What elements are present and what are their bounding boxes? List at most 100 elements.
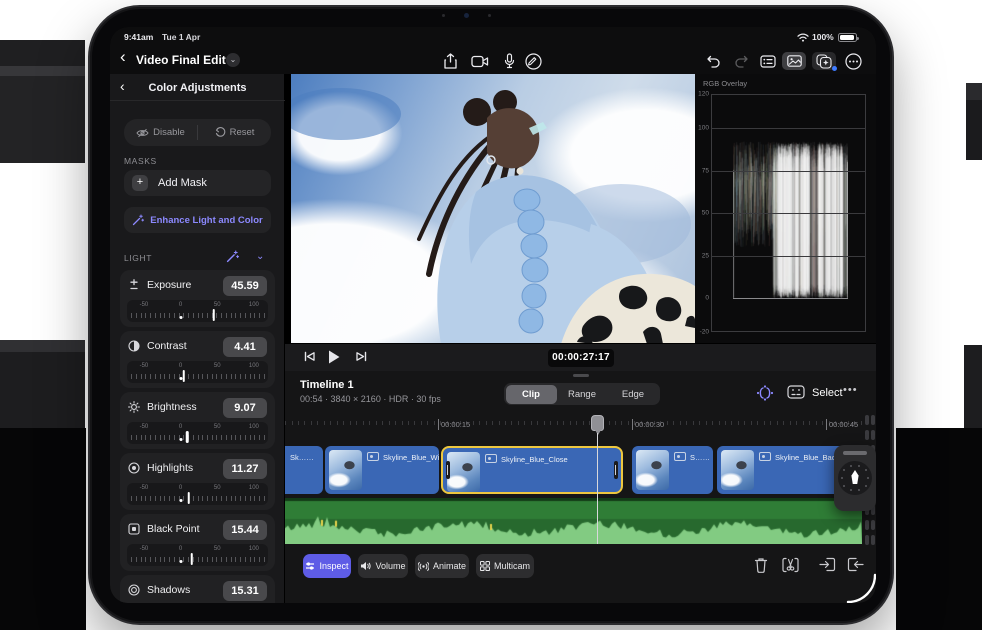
- media-browser-icon[interactable]: [782, 52, 806, 70]
- slider-tick: [254, 496, 255, 501]
- scrollbar-segment[interactable]: [865, 415, 875, 425]
- contrast-slider[interactable]: -50050100: [127, 361, 268, 383]
- highlights-slider[interactable]: -50050100: [127, 483, 268, 505]
- dial-tick-dot: [843, 469, 845, 471]
- slider-tick: [193, 313, 194, 318]
- slider-handle[interactable]: [188, 492, 191, 504]
- slider-tick: [245, 496, 246, 501]
- overwrite-clip-icon[interactable]: [847, 557, 864, 574]
- effects-icon[interactable]: [812, 52, 836, 70]
- redo-icon[interactable]: [731, 52, 751, 70]
- black-point-slider[interactable]: -50050100: [127, 544, 268, 566]
- delete-clip-icon[interactable]: [754, 557, 771, 574]
- timecode-display[interactable]: 00:00:27:17: [548, 349, 614, 367]
- brightness-slider[interactable]: -50050100: [127, 422, 268, 444]
- more-options-icon[interactable]: [843, 52, 863, 70]
- clip-placeholder-icon[interactable]: [787, 385, 805, 399]
- audio-track[interactable]: [285, 498, 862, 544]
- timeline-more-icon[interactable]: •••: [843, 384, 858, 396]
- browser-list-icon[interactable]: [758, 52, 778, 70]
- slider-tick: [198, 557, 199, 562]
- ruler-tick: [330, 421, 331, 425]
- animate-button[interactable]: Animate: [415, 554, 469, 578]
- timeline-clip-selected[interactable]: Skyline_Blue_Close: [441, 446, 623, 494]
- back-chevron-icon[interactable]: ‹: [120, 47, 126, 67]
- slider-handle[interactable]: [183, 370, 186, 382]
- project-menu-chevron-icon[interactable]: ⌄: [226, 53, 240, 67]
- jog-wheel-panel[interactable]: [834, 445, 876, 511]
- slider-handle[interactable]: [213, 309, 216, 321]
- mode-clip[interactable]: Clip: [506, 385, 557, 404]
- highlights-value[interactable]: 11.27: [223, 459, 267, 479]
- video-camera-icon[interactable]: [470, 52, 490, 70]
- timeline-clip[interactable]: Skyline_Blue_Wide: [325, 446, 439, 494]
- insert-clip-icon[interactable]: [819, 557, 836, 574]
- slider-handle[interactable]: [186, 431, 189, 443]
- volume-button[interactable]: Volume: [358, 554, 408, 578]
- trim-handle-left[interactable]: [446, 461, 450, 479]
- slider-tick: [235, 557, 236, 562]
- slider-tick: [226, 557, 227, 562]
- slider-handle[interactable]: [191, 553, 194, 565]
- snapping-icon[interactable]: [756, 385, 774, 401]
- timeline-clip[interactable]: S……: [632, 446, 713, 494]
- slider-tick: [202, 374, 203, 379]
- project-title[interactable]: Video Final Edit: [136, 53, 226, 67]
- select-button[interactable]: Select: [812, 387, 843, 399]
- undo-icon[interactable]: [703, 52, 723, 70]
- trim-handle-right[interactable]: [614, 461, 618, 479]
- reset-button[interactable]: Reset: [198, 119, 271, 146]
- timeline-clip[interactable]: Sk……: [285, 446, 323, 494]
- slider-tick: [145, 557, 146, 562]
- resize-handle[interactable]: [573, 374, 589, 377]
- dial-tick-dot: [867, 477, 869, 479]
- volume-label: Volume: [375, 561, 405, 571]
- ruler-tick: [699, 421, 700, 425]
- ruler-tick: [770, 421, 771, 425]
- playhead-handle[interactable]: [591, 415, 604, 431]
- exposure-value[interactable]: 45.59: [223, 276, 267, 296]
- next-frame-icon[interactable]: [355, 350, 368, 363]
- video-preview[interactable]: [291, 74, 695, 344]
- mode-edge[interactable]: Edge: [608, 385, 659, 404]
- play-icon[interactable]: [327, 349, 341, 365]
- ruler-tick: [796, 421, 797, 425]
- collapse-chevron-icon[interactable]: ⌄: [256, 251, 264, 262]
- jog-drag-handle[interactable]: [843, 451, 867, 455]
- plus-icon: +: [132, 175, 148, 191]
- slider-tick: [164, 435, 165, 440]
- exposure-slider[interactable]: -50050100: [127, 300, 268, 322]
- contrast-value[interactable]: 4.41: [223, 337, 267, 357]
- scope-title: RGB Overlay: [703, 79, 747, 88]
- brightness-value[interactable]: 9.07: [223, 398, 267, 418]
- timeline-ruler[interactable]: 00:00:1500:00:3000:00:45: [285, 415, 863, 438]
- disable-button[interactable]: Disable: [124, 119, 197, 146]
- add-mask-button[interactable]: + Add Mask: [124, 170, 271, 196]
- microphone-icon[interactable]: [499, 52, 519, 70]
- adjustment-name: Black Point: [147, 523, 200, 535]
- adjustment-header: Black Point 15.44: [128, 520, 267, 540]
- previous-frame-icon[interactable]: [303, 350, 316, 363]
- split-clip-icon[interactable]: [782, 557, 799, 574]
- slider-tick: [216, 313, 217, 318]
- auto-enhance-icon[interactable]: [226, 250, 239, 263]
- enhance-light-color-button[interactable]: Enhance Light and Color: [124, 207, 271, 233]
- slider-tick: [226, 374, 227, 379]
- multicam-button[interactable]: Multicam: [476, 554, 534, 578]
- timeline-panel: Timeline 1 00:54 · 3840 × 2160 · HDR · 3…: [285, 371, 876, 603]
- ruler-tick: [421, 421, 422, 425]
- slider-scale-label: -50: [140, 363, 149, 369]
- mode-range[interactable]: Range: [557, 385, 608, 404]
- black-point-value[interactable]: 15.44: [223, 520, 267, 540]
- slider-tick: [245, 557, 246, 562]
- slider-tick: [160, 374, 161, 379]
- inspect-button[interactable]: Inspect: [303, 554, 351, 578]
- scrollbar-segment[interactable]: [865, 430, 875, 440]
- adjustment-contrast: Contrast 4.41 -50050100: [120, 331, 275, 388]
- shadows-value[interactable]: 15.31: [223, 581, 267, 601]
- scrollbar-segment[interactable]: [865, 520, 875, 530]
- pencil-tools-icon[interactable]: [523, 52, 543, 70]
- jog-dial[interactable]: [838, 461, 872, 495]
- scrollbar-segment[interactable]: [865, 535, 875, 545]
- share-icon[interactable]: [440, 52, 460, 70]
